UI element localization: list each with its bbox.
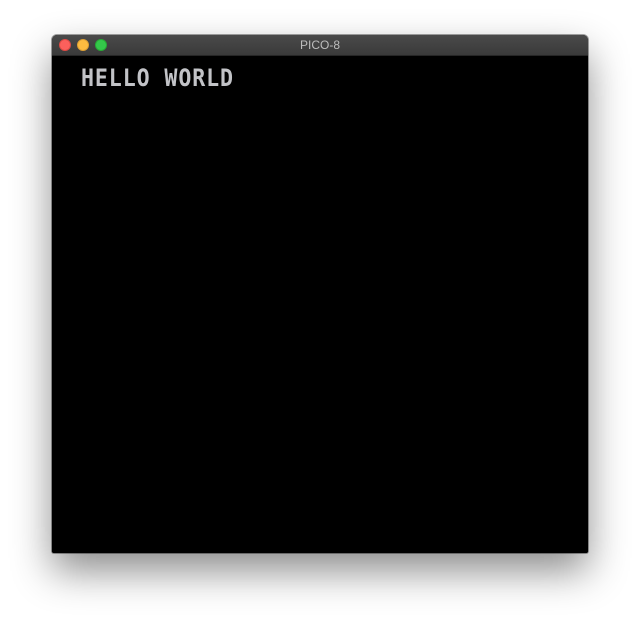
- window-title: PICO-8: [299, 38, 340, 52]
- console-output-text: HELLO WORLD: [81, 64, 234, 92]
- pico8-window: PICO-8 HELLO WORLD: [52, 35, 588, 553]
- game-screen[interactable]: HELLO WORLD: [52, 56, 588, 553]
- window-titlebar[interactable]: PICO-8: [52, 35, 588, 56]
